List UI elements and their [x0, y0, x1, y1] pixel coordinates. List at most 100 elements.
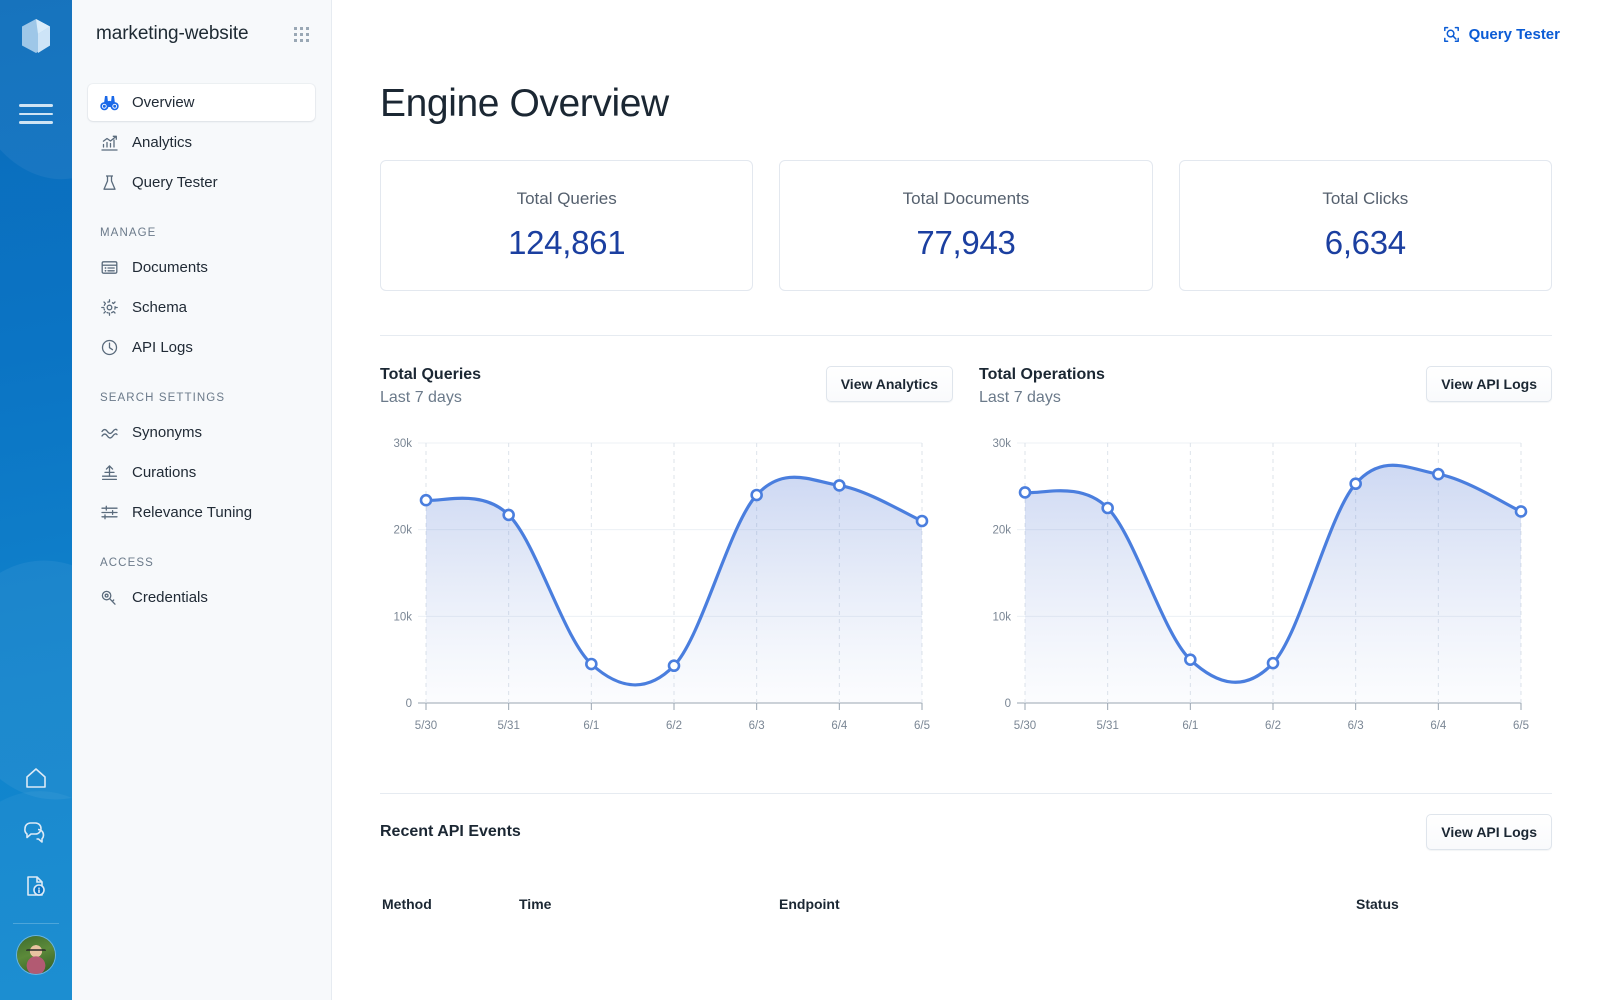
section-divider	[380, 335, 1552, 336]
docs-info-icon[interactable]	[0, 859, 72, 913]
svg-text:6/3: 6/3	[749, 720, 765, 732]
sidebar-group-title-search-settings: SEARCH SETTINGS	[100, 392, 226, 404]
curations-arrow-icon	[100, 463, 119, 482]
chart-header: Total Operations Last 7 days View API Lo…	[979, 366, 1552, 407]
engine-sidebar: marketing-website Overview Analytics Que…	[72, 0, 332, 1000]
sidebar-item-label: Credentials	[132, 589, 208, 606]
chart-subtitle: Last 7 days	[380, 389, 462, 406]
hamburger-menu-icon[interactable]	[19, 99, 53, 129]
sidebar-item-label: Relevance Tuning	[132, 504, 253, 521]
svg-text:6/1: 6/1	[1182, 720, 1198, 732]
svg-text:6/4: 6/4	[831, 720, 848, 732]
sidebar-item-query-tester[interactable]: Query Tester	[88, 164, 315, 201]
sidebar-header: marketing-website	[72, 0, 331, 68]
sidebar-item-label: Overview	[132, 94, 195, 111]
document-list-icon	[100, 258, 119, 277]
stat-cards: Total Queries 124,861 Total Documents 77…	[372, 160, 1560, 291]
wave-tilde-icon	[100, 423, 119, 442]
view-api-logs-button[interactable]: View API Logs	[1426, 366, 1552, 402]
chart-header-text: Total Operations Last 7 days	[979, 366, 1105, 407]
sidebar-item-analytics[interactable]: Analytics	[88, 124, 315, 161]
app-grid-icon[interactable]	[294, 26, 309, 42]
sidebar-item-api-logs[interactable]: API Logs	[88, 329, 315, 366]
chart-card-total-operations: Total Operations Last 7 days View API Lo…	[979, 366, 1552, 759]
section-divider	[380, 793, 1552, 794]
svg-text:5/31: 5/31	[497, 720, 519, 732]
stat-card-total-queries: Total Queries 124,861	[380, 160, 754, 291]
view-api-logs-button-events[interactable]: View API Logs	[1426, 814, 1552, 850]
sidebar-item-synonyms[interactable]: Synonyms	[88, 414, 315, 451]
content-area: Engine Overview Total Queries 124,861 To…	[332, 82, 1600, 922]
svg-text:6/2: 6/2	[1265, 720, 1281, 732]
stat-value: 124,861	[508, 224, 626, 261]
column-header-endpoint[interactable]: Endpoint	[779, 896, 1354, 920]
clock-icon	[100, 338, 119, 357]
bar-chart-trend-icon	[100, 133, 119, 152]
column-header-method[interactable]: Method	[382, 896, 517, 920]
search-inspect-icon	[1442, 25, 1461, 44]
table-head: Method Time Endpoint Status	[382, 896, 1550, 920]
sidebar-item-credentials[interactable]: Credentials	[88, 579, 315, 616]
sliders-icon	[100, 503, 119, 522]
stat-label: Total Clicks	[1322, 189, 1409, 208]
main-content: Query Tester Engine Overview Total Queri…	[332, 0, 1600, 1000]
elastic-cube-logo-icon[interactable]	[18, 17, 54, 55]
svg-text:6/1: 6/1	[583, 720, 599, 732]
rail-divider	[13, 923, 59, 924]
query-tester-link[interactable]: Query Tester	[1442, 25, 1560, 44]
svg-text:0: 0	[406, 698, 412, 710]
stat-label: Total Documents	[902, 189, 1030, 208]
app-root: marketing-website Overview Analytics Que…	[0, 0, 1600, 1000]
chart-header: Total Queries Last 7 days View Analytics	[380, 366, 953, 407]
chart-card-total-queries: Total Queries Last 7 days View Analytics…	[380, 366, 953, 759]
stat-card-total-documents: Total Documents 77,943	[779, 160, 1153, 291]
svg-text:30k: 30k	[992, 438, 1011, 450]
sidebar-item-label: Curations	[132, 464, 197, 481]
events-header: Recent API Events View API Logs	[380, 814, 1552, 850]
flask-icon	[100, 173, 119, 192]
svg-text:6/5: 6/5	[914, 720, 930, 732]
column-header-status[interactable]: Status	[1356, 896, 1550, 920]
table-header-row: Method Time Endpoint Status	[382, 896, 1550, 920]
engine-name: marketing-website	[96, 23, 249, 44]
svg-text:10k: 10k	[393, 611, 412, 623]
chart-plot-area: 0 10k 20k 30k 5/30 5/31 6/1 6/2 6/3 6/4 6/5	[979, 429, 1552, 759]
chat-support-icon[interactable]	[0, 805, 72, 859]
svg-text:6/3: 6/3	[1348, 720, 1364, 732]
view-analytics-button[interactable]: View Analytics	[825, 366, 953, 402]
sidebar-item-relevance-tuning[interactable]: Relevance Tuning	[88, 494, 315, 531]
svg-text:20k: 20k	[393, 525, 412, 537]
sidebar-group-title-access: ACCESS	[100, 557, 154, 569]
svg-text:30k: 30k	[393, 438, 412, 450]
chart-subtitle: Last 7 days	[979, 389, 1061, 406]
gear-icon	[100, 298, 119, 317]
svg-text:5/31: 5/31	[1096, 720, 1118, 732]
stat-card-total-clicks: Total Clicks 6,634	[1178, 160, 1552, 291]
api-events-table: Method Time Endpoint Status	[380, 894, 1552, 922]
stat-value: 77,943	[916, 224, 1016, 261]
sidebar-item-overview[interactable]: Overview	[88, 84, 315, 121]
svg-text:5/30: 5/30	[1014, 720, 1036, 732]
svg-text:6/4: 6/4	[1430, 720, 1447, 732]
sidebar-item-label: Schema	[132, 299, 188, 316]
sidebar-item-schema[interactable]: Schema	[88, 289, 315, 326]
sidebar-item-label: Analytics	[132, 134, 193, 151]
sidebar-item-label: Synonyms	[132, 424, 203, 441]
svg-text:20k: 20k	[992, 525, 1011, 537]
stat-label: Total Queries	[516, 189, 617, 208]
home-icon[interactable]	[0, 751, 72, 805]
page-title: Engine Overview	[380, 82, 669, 125]
sidebar-item-label: Query Tester	[132, 174, 218, 191]
sidebar-group-title-manage: MANAGE	[100, 227, 157, 239]
rail-bottom-group	[0, 751, 72, 1000]
sidebar-item-documents[interactable]: Documents	[88, 249, 315, 286]
events-title: Recent API Events	[380, 823, 521, 840]
sidebar-item-label: API Logs	[132, 339, 193, 356]
sidebar-item-curations[interactable]: Curations	[88, 454, 315, 491]
key-icon	[100, 588, 119, 607]
svg-text:5/30: 5/30	[415, 720, 437, 732]
chart-title: Total Queries	[380, 366, 482, 383]
column-header-time[interactable]: Time	[519, 896, 777, 920]
avatar[interactable]	[17, 936, 55, 974]
chart-header-text: Total Queries Last 7 days	[380, 366, 481, 407]
